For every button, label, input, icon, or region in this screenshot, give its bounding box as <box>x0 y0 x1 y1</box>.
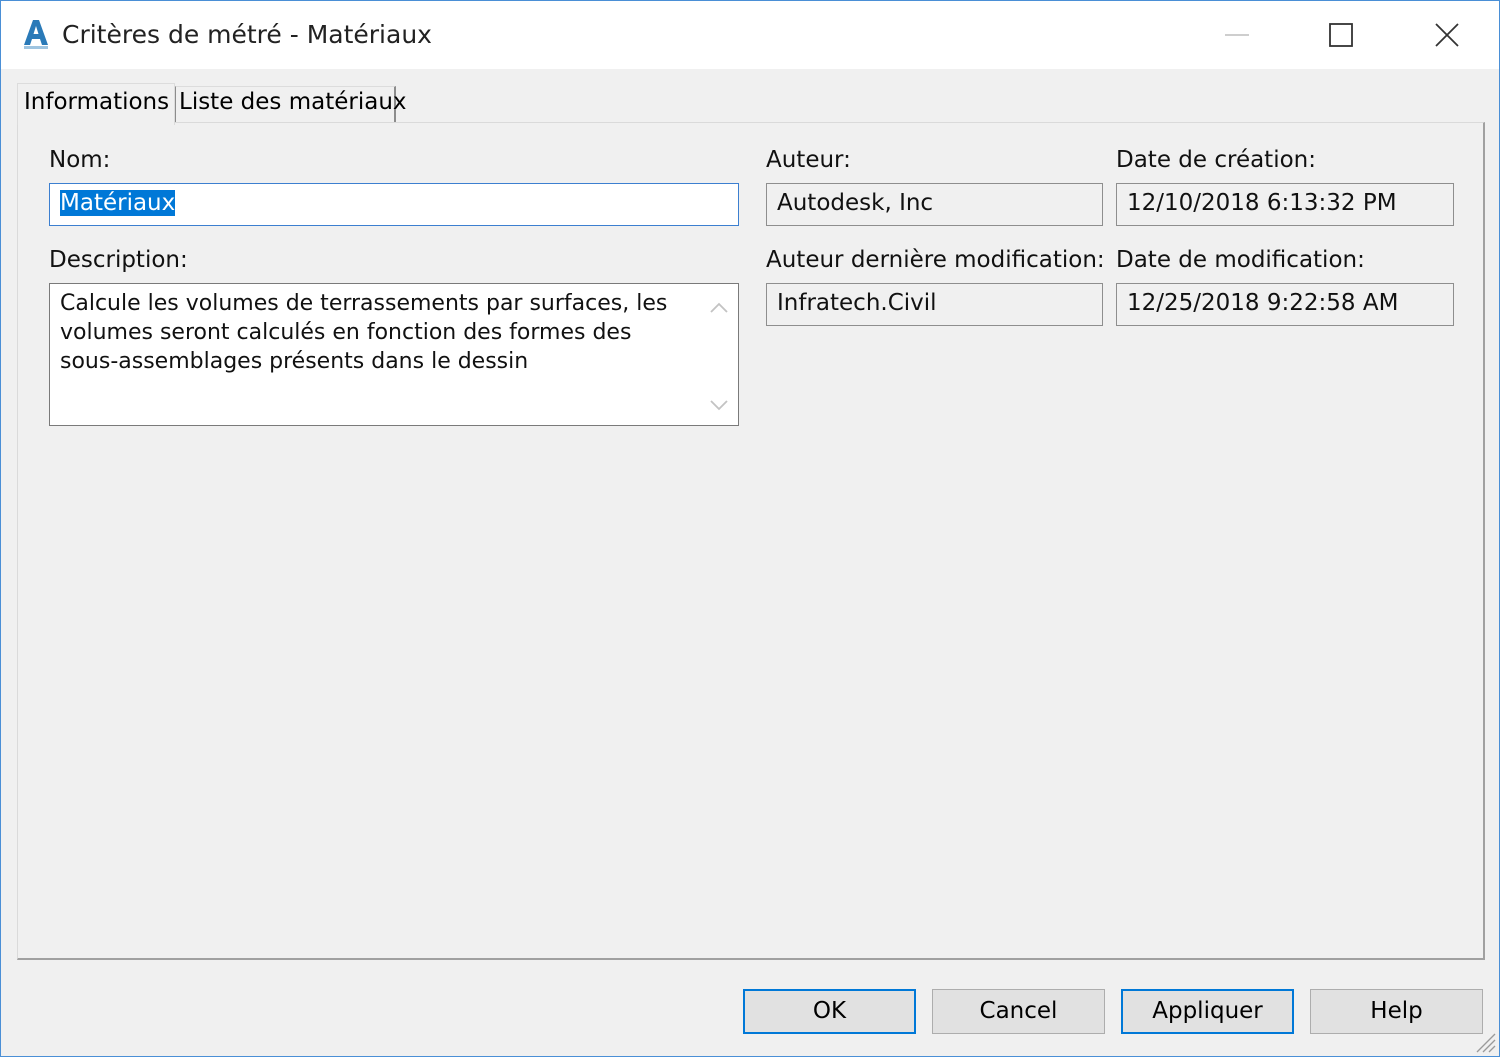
author-field[interactable]: Autodesk, Inc <box>766 183 1103 226</box>
created-date-field[interactable]: 12/10/2018 6:13:32 PM <box>1116 183 1454 226</box>
description-label: Description: <box>49 247 188 273</box>
help-button[interactable]: Help <box>1310 989 1483 1034</box>
last-modified-by-field[interactable]: Infratech.Civil <box>766 283 1103 326</box>
author-label: Auteur: <box>766 147 851 173</box>
scroll-up-icon[interactable] <box>708 300 730 316</box>
modified-date-field[interactable]: 12/25/2018 9:22:58 AM <box>1116 283 1454 326</box>
title-bar[interactable]: Critères de métré - Matériaux <box>1 1 1499 69</box>
resize-grip-icon[interactable] <box>1471 1028 1497 1054</box>
apply-button[interactable]: Appliquer <box>1121 989 1294 1034</box>
last-modified-by-label: Auteur dernière modification: <box>766 247 1105 273</box>
name-label: Nom: <box>49 147 111 173</box>
tab-panel-informations: Nom: Matériaux Description: Calcule les … <box>17 122 1485 960</box>
tab-informations[interactable]: Informations <box>17 83 175 125</box>
cancel-button[interactable]: Cancel <box>932 989 1105 1034</box>
name-field[interactable]: Matériaux <box>49 183 739 226</box>
window-title: Critères de métré - Matériaux <box>62 20 432 49</box>
description-value: Calcule les volumes de terrassements par… <box>60 291 668 374</box>
close-button[interactable] <box>1397 1 1497 69</box>
close-icon <box>1435 23 1459 47</box>
minimize-button[interactable] <box>1187 1 1287 69</box>
created-date-label: Date de création: <box>1116 147 1316 173</box>
autocad-civil-icon <box>21 17 51 51</box>
maximize-icon <box>1329 23 1353 47</box>
modified-date-label: Date de modification: <box>1116 247 1365 273</box>
ok-button[interactable]: OK <box>743 989 916 1034</box>
dialog-window: Critères de métré - Matériaux Informatio… <box>0 0 1500 1057</box>
maximize-button[interactable] <box>1291 1 1391 69</box>
minimize-icon <box>1225 34 1249 36</box>
tab-liste-des-materiaux[interactable]: Liste des matériaux <box>175 86 407 123</box>
name-field-value: Matériaux <box>60 190 176 216</box>
description-textarea[interactable]: Calcule les volumes de terrassements par… <box>49 283 739 426</box>
scroll-down-icon[interactable] <box>708 397 730 413</box>
tab-strip: Informations Liste des matériaux <box>1 69 1499 125</box>
